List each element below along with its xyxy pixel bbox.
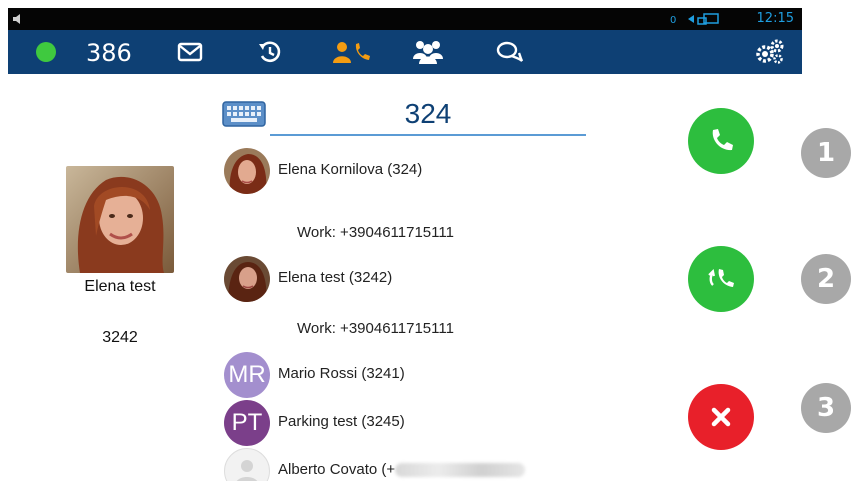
selected-contact-number: 3242 <box>102 329 138 346</box>
nav-contacts-call-button[interactable] <box>330 37 374 67</box>
status-icons: 0 <box>670 13 719 26</box>
transfer-call-button[interactable] <box>688 246 754 312</box>
extension-number: 386 <box>86 39 132 67</box>
hangup-button[interactable] <box>688 384 754 450</box>
call-button[interactable] <box>688 108 754 174</box>
avatar <box>224 148 270 194</box>
callout-badge: 3 <box>801 383 851 433</box>
close-icon <box>711 407 731 427</box>
avatar <box>224 256 270 302</box>
status-bar: 0 12:15 <box>8 8 802 30</box>
contact-name: Mario Rossi (3241) <box>278 365 405 382</box>
redacted-number <box>395 463 526 478</box>
contact-name: Elena test (3242) <box>278 269 393 286</box>
selected-contact-photo <box>66 166 174 273</box>
volume-icon <box>13 14 20 24</box>
transfer-call-icon <box>708 268 734 287</box>
contact-name: Elena Kornilova (324) <box>278 161 423 178</box>
clock: 12:15 <box>756 11 794 26</box>
selected-contact-name: Elena test <box>84 278 156 295</box>
contact-name: Parking test (3245) <box>278 413 405 430</box>
contact-row[interactable]: MR Mario Rossi (3241) <box>224 352 624 398</box>
phone-screen: 0 12:15 386 Elena test 3242 324 Elena Ko… <box>8 8 802 481</box>
contact-row[interactable]: Elena Kornilova (324) <box>224 148 624 194</box>
presence-indicator[interactable] <box>36 42 56 62</box>
avatar: MR <box>224 352 270 398</box>
history-icon <box>259 41 281 63</box>
keyboard-icon[interactable] <box>222 101 266 127</box>
contact-row[interactable]: PT Parking test (3245) <box>224 400 624 446</box>
contact-row[interactable]: Alberto Covato (+ <box>224 448 624 481</box>
nav-mail-button[interactable] <box>172 37 208 67</box>
contact-row[interactable]: Elena test (3242) <box>224 256 624 302</box>
nav-history-button[interactable] <box>252 37 288 67</box>
callout-badge: 1 <box>801 128 851 178</box>
contact-name: Alberto Covato (+ <box>278 461 526 478</box>
group-icon <box>413 41 443 64</box>
nav-settings-button[interactable] <box>752 37 788 67</box>
contact-call-icon <box>333 42 370 63</box>
avatar: PT <box>224 400 270 446</box>
nav-chat-button[interactable] <box>492 37 528 67</box>
mail-icon <box>177 42 203 62</box>
top-nav-bar: 386 <box>8 30 802 74</box>
nav-groups-button[interactable] <box>410 37 446 67</box>
settings-gears-icon <box>756 39 784 64</box>
contact-work-number[interactable]: Work: +3904611715111 <box>297 320 454 337</box>
dial-number-input[interactable] <box>270 94 586 136</box>
phone-icon <box>712 129 733 151</box>
svg-text:0: 0 <box>670 15 676 26</box>
callout-badge: 2 <box>801 254 851 304</box>
avatar-placeholder-icon <box>224 448 270 481</box>
contact-work-number[interactable]: Work: +3904611715111 <box>297 224 454 241</box>
chat-icon <box>496 41 524 62</box>
